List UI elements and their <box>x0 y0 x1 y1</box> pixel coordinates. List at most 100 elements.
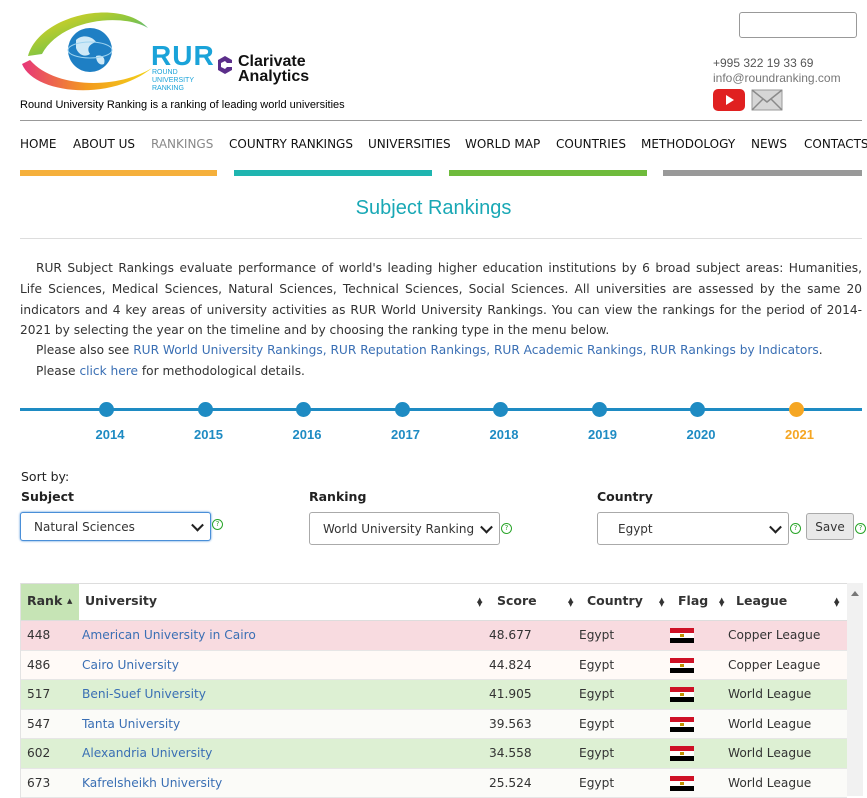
mail-icon[interactable] <box>751 89 783 111</box>
university-link[interactable]: Kafrelsheikh University <box>82 769 222 797</box>
contact-email[interactable]: info@roundranking.com <box>713 71 841 85</box>
university-link[interactable]: Alexandria University <box>82 739 212 767</box>
university-link[interactable]: Beni-Suef University <box>82 680 206 708</box>
rankings-table: Rank▲ University ▲▼ Score ▲▼ Country ▲▼ … <box>20 583 847 798</box>
th-university-label: University <box>85 593 157 608</box>
sort-asc-icon: ▲ <box>67 584 72 618</box>
chevron-down-icon <box>480 520 493 533</box>
ranking-help-icon[interactable]: ? <box>501 523 512 534</box>
nav-universities[interactable]: UNIVERSITIES <box>368 137 451 151</box>
timeline-year-2014[interactable]: 2014 <box>85 427 135 442</box>
cell-rank: 448 <box>27 621 50 649</box>
link-reputation-rankings[interactable]: RUR Reputation Rankings, <box>330 343 490 357</box>
sort-icon[interactable]: ▲▼ <box>477 598 482 606</box>
related-links: Please also see RUR World University Ran… <box>36 340 866 382</box>
save-help-icon[interactable]: ? <box>855 523 866 534</box>
timeline-year-2020[interactable]: 2020 <box>676 427 726 442</box>
table-row: 602Alexandria University34.558EgyptWorld… <box>21 739 847 769</box>
nav-bar-green <box>449 170 647 176</box>
subject-select[interactable]: Natural Sciences <box>20 512 211 541</box>
nav-rankings[interactable]: RANKINGS <box>151 137 213 151</box>
table-scrollbar[interactable] <box>847 583 863 796</box>
timeline-year-2021[interactable]: 2021 <box>775 427 825 442</box>
table-row: 517Beni-Suef University41.905EgyptWorld … <box>21 680 847 710</box>
cell-country: Egypt <box>579 680 614 708</box>
table-header: Rank▲ University ▲▼ Score ▲▼ Country ▲▼ … <box>21 583 847 621</box>
timeline-dot-2017[interactable] <box>395 402 410 417</box>
th-score[interactable]: Score <box>497 584 537 620</box>
nav-about-us[interactable]: ABOUT US <box>73 137 135 151</box>
page-title: Subject Rankings <box>0 197 867 220</box>
cell-score: 41.905 <box>489 680 532 708</box>
th-score-label: Score <box>497 593 537 608</box>
timeline-dot-2015[interactable] <box>198 402 213 417</box>
cell-country: Egypt <box>579 769 614 797</box>
logo-rur-subtitle: ROUND UNIVERSITY RANKING <box>152 69 212 93</box>
th-country[interactable]: Country <box>587 584 643 620</box>
timeline-dot-2018[interactable] <box>493 402 508 417</box>
youtube-icon[interactable] <box>713 89 745 111</box>
egypt-flag-icon <box>670 658 694 673</box>
timeline-track <box>20 408 862 411</box>
timeline-dot-2021[interactable] <box>789 402 804 417</box>
title-divider <box>20 238 862 239</box>
egypt-flag-icon <box>670 717 694 732</box>
th-flag[interactable]: Flag <box>678 584 708 620</box>
chevron-down-icon <box>769 520 782 533</box>
nav-country-rankings[interactable]: COUNTRY RANKINGS <box>229 137 353 151</box>
link-academic-rankings[interactable]: RUR Academic Rankings, <box>494 343 647 357</box>
cell-rank: 517 <box>27 680 50 708</box>
search-input[interactable] <box>739 12 857 38</box>
nav-world-map[interactable]: WORLD MAP <box>465 137 540 151</box>
university-link[interactable]: Tanta University <box>82 710 180 738</box>
also-see-suffix: . <box>819 343 823 357</box>
country-help-icon[interactable]: ? <box>790 523 801 534</box>
logo-rur-text: RUR <box>151 42 215 70</box>
country-select[interactable]: Egypt <box>597 512 789 545</box>
click-here-link[interactable]: click here <box>79 364 138 378</box>
timeline-dot-2019[interactable] <box>592 402 607 417</box>
th-rank-label: Rank <box>27 593 62 608</box>
timeline-year-2019[interactable]: 2019 <box>578 427 628 442</box>
link-world-rankings[interactable]: RUR World University Rankings, <box>133 343 326 357</box>
clarivate-icon <box>216 54 234 76</box>
country-select-value: Egypt <box>618 522 653 536</box>
save-button[interactable]: Save <box>806 513 854 540</box>
cell-score: 39.563 <box>489 710 532 738</box>
ranking-select[interactable]: World University Ranking <box>309 512 500 545</box>
egypt-flag-icon <box>670 746 694 761</box>
subject-help-icon[interactable]: ? <box>212 519 223 530</box>
timeline-dot-2014[interactable] <box>99 402 114 417</box>
timeline-year-2018[interactable]: 2018 <box>479 427 529 442</box>
th-league[interactable]: League <box>736 584 787 620</box>
sort-icon[interactable]: ▲▼ <box>659 598 664 606</box>
timeline-year-2015[interactable]: 2015 <box>184 427 234 442</box>
nav-contacts[interactable]: CONTACTS <box>804 137 867 151</box>
sort-icon[interactable]: ▲▼ <box>834 598 839 606</box>
contact-phone: +995 322 19 33 69 <box>713 56 813 70</box>
nav-news[interactable]: NEWS <box>751 137 787 151</box>
sort-icon[interactable]: ▲▼ <box>719 598 724 606</box>
scroll-up-icon[interactable] <box>851 591 859 596</box>
cell-rank: 486 <box>27 651 50 679</box>
nav-methodology[interactable]: METHODOLOGY <box>641 137 735 151</box>
timeline-year-2016[interactable]: 2016 <box>282 427 332 442</box>
chevron-down-icon <box>191 518 204 531</box>
cell-rank: 547 <box>27 710 50 738</box>
intro-paragraph: RUR Subject Rankings evaluate performanc… <box>20 258 862 341</box>
timeline-year-2017[interactable]: 2017 <box>381 427 431 442</box>
nav-countries[interactable]: COUNTRIES <box>556 137 626 151</box>
sort-icon[interactable]: ▲▼ <box>568 598 573 606</box>
th-university[interactable]: University <box>85 584 157 620</box>
cell-league: Copper League <box>728 621 820 649</box>
table-body: 448American University in Cairo48.677Egy… <box>21 621 847 798</box>
timeline-dot-2020[interactable] <box>690 402 705 417</box>
egypt-flag-icon <box>670 776 694 791</box>
th-rank[interactable]: Rank ▲ <box>21 584 79 620</box>
nav-home[interactable]: HOME <box>20 137 56 151</box>
university-link[interactable]: Cairo University <box>82 651 179 679</box>
university-link[interactable]: American University in Cairo <box>82 621 256 649</box>
timeline-dot-2016[interactable] <box>296 402 311 417</box>
cell-league: World League <box>728 769 811 797</box>
link-rankings-by-indicators[interactable]: RUR Rankings by Indicators <box>650 343 818 357</box>
